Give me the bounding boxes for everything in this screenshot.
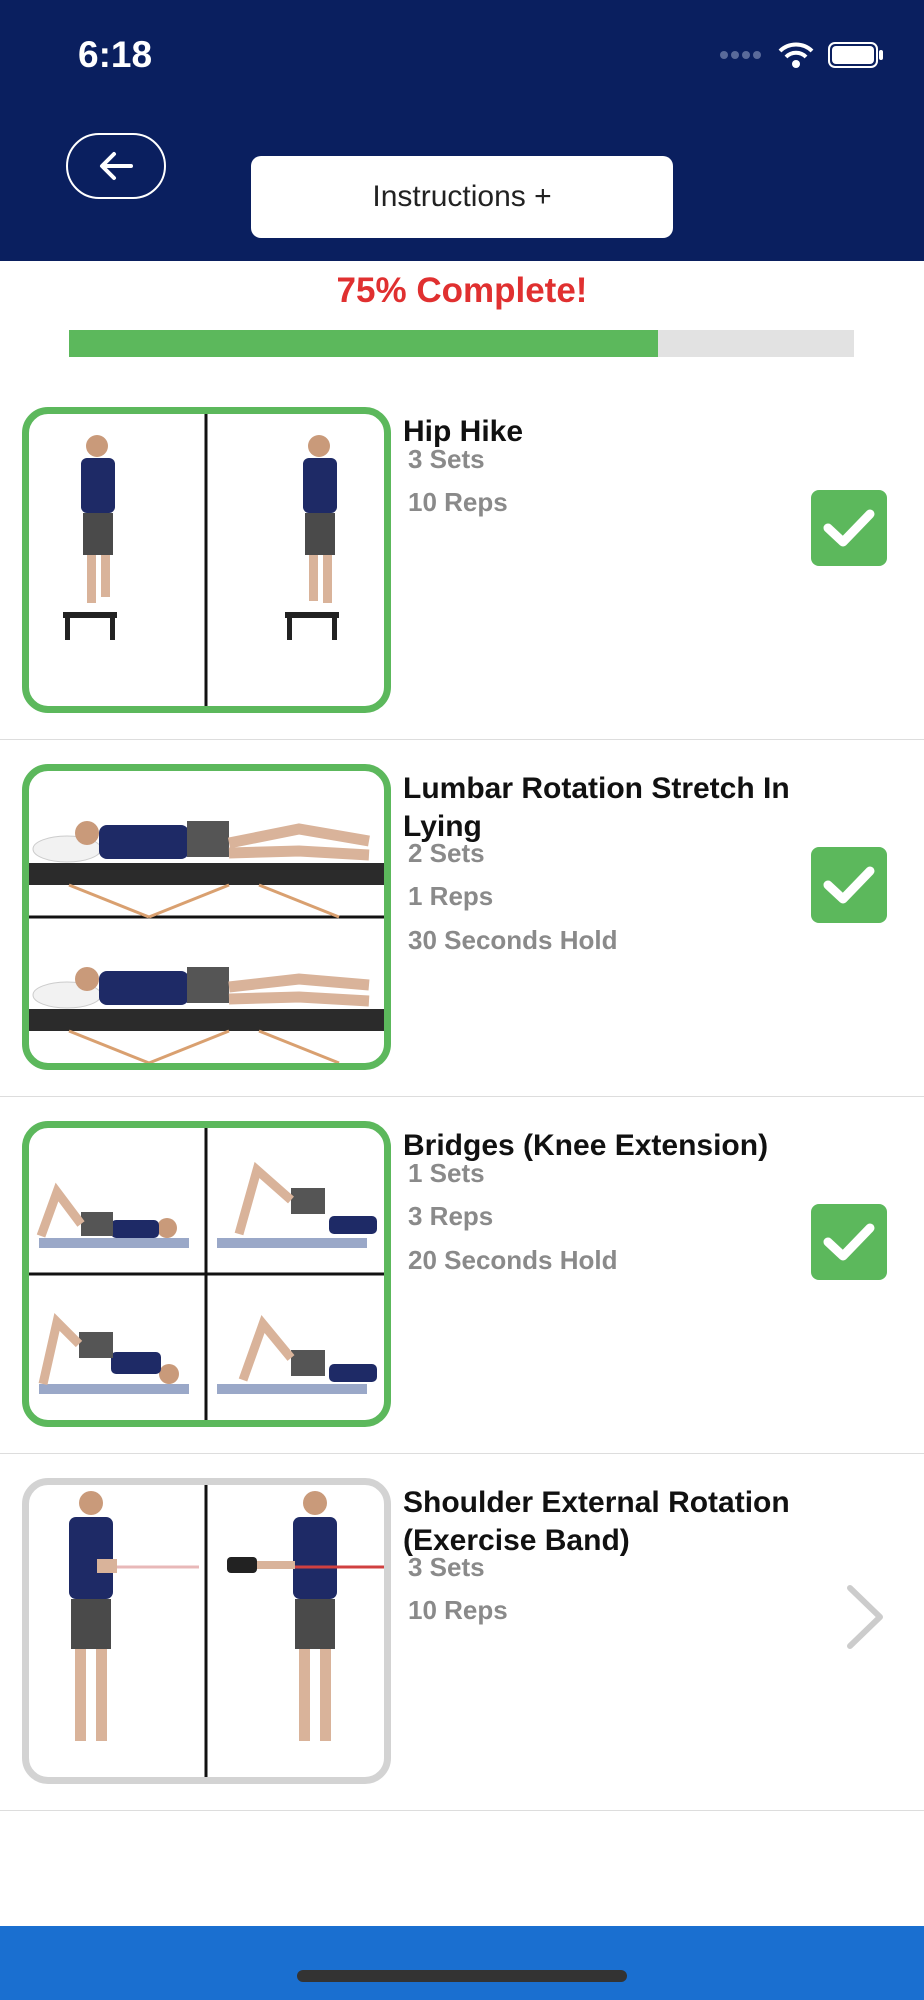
exercise-row-hip-hike[interactable]: Hip Hike 3 Sets 10 Reps <box>0 383 924 740</box>
status-icons <box>720 38 884 72</box>
cellular-icon <box>720 51 761 59</box>
app-header: 6:18 Instructions + <box>0 0 924 261</box>
lumbar-rotation-illustration <box>22 764 391 1070</box>
chevron-right-icon[interactable] <box>840 1582 890 1652</box>
exercise-sets: 1 Sets <box>408 1158 485 1188</box>
checkmark-icon <box>823 866 875 904</box>
exercise-reps: 1 Reps <box>408 881 494 911</box>
arrow-left-icon <box>100 152 133 180</box>
wifi-icon <box>778 42 814 68</box>
back-button[interactable] <box>66 133 166 199</box>
exercise-sets: 3 Sets <box>408 1552 485 1582</box>
exercise-reps: 3 Reps <box>408 1201 494 1231</box>
exercise-reps: 10 Reps <box>408 487 508 517</box>
checkmark-icon <box>823 1223 875 1261</box>
progress-label: 75% Complete! <box>336 271 588 310</box>
status-time: 6:18 <box>78 34 153 75</box>
battery-icon <box>828 42 883 68</box>
completed-checkbox[interactable] <box>811 490 887 566</box>
exercise-title: Lumbar Rotation Stretch In Lying <box>403 772 790 843</box>
home-indicator[interactable] <box>297 1970 627 1982</box>
progress-bar-fill <box>69 330 658 357</box>
exercise-row-lumbar-rotation[interactable]: Lumbar Rotation Stretch In Lying 2 Sets … <box>0 740 924 1097</box>
shoulder-rotation-illustration <box>22 1478 391 1784</box>
exercise-reps: 10 Reps <box>408 1595 508 1625</box>
exercise-hold: 20 Seconds Hold <box>408 1245 618 1275</box>
completed-checkbox[interactable] <box>811 1204 887 1280</box>
bridges-illustration <box>22 1121 391 1427</box>
instructions-button[interactable]: Instructions + <box>251 156 673 238</box>
checkmark-icon <box>823 509 875 547</box>
progress-bar <box>69 330 854 357</box>
exercise-sets: 2 Sets <box>408 838 485 868</box>
exercise-hold: 30 Seconds Hold <box>408 925 618 955</box>
exercise-title: Shoulder External Rotation (Exercise Ban… <box>403 1486 790 1557</box>
exercise-row-bridges[interactable]: Bridges (Knee Extension) 1 Sets 3 Reps 2… <box>0 1097 924 1454</box>
bottom-bar <box>0 1926 924 2000</box>
completed-checkbox[interactable] <box>811 847 887 923</box>
exercise-row-shoulder-rotation[interactable]: Shoulder External Rotation (Exercise Ban… <box>0 1454 924 1811</box>
hip-hike-illustration <box>22 407 391 713</box>
exercise-sets: 3 Sets <box>408 444 485 474</box>
